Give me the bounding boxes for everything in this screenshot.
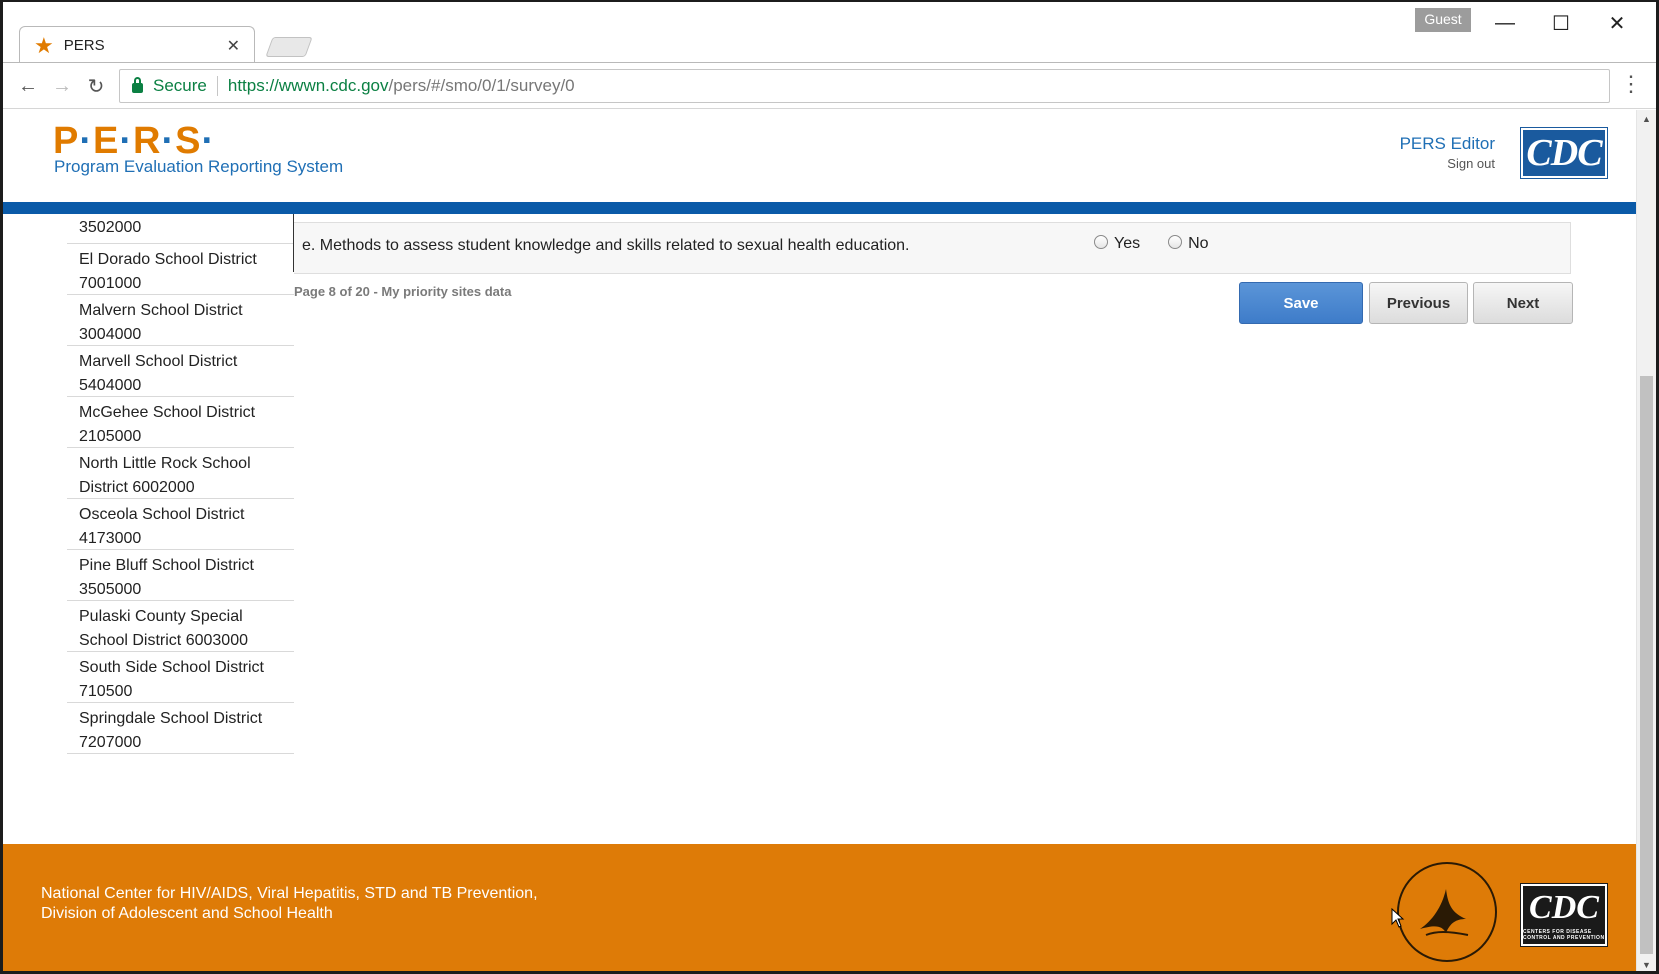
site-list-item[interactable]: Osceola School District 4173000 — [67, 499, 294, 550]
mouse-cursor-icon — [1391, 908, 1405, 928]
scroll-thumb[interactable] — [1640, 376, 1653, 954]
browser-tab[interactable]: ★ PERS ✕ — [19, 26, 255, 64]
site-list-item[interactable]: Pulaski County Special School District 6… — [67, 601, 294, 652]
sign-out-link[interactable]: Sign out — [1447, 156, 1495, 171]
site-list-item[interactable]: North Little Rock School District 600200… — [67, 448, 294, 499]
address-separator — [216, 76, 218, 96]
browser-menu-icon[interactable]: ⋮ — [1620, 73, 1642, 95]
page-indicator: Page 8 of 20 - My priority sites data — [294, 284, 512, 299]
previous-button[interactable]: Previous — [1369, 282, 1468, 324]
site-list-item[interactable]: El Dorado School District 7001000 — [67, 244, 294, 295]
reload-icon[interactable]: ↻ — [81, 71, 111, 101]
site-list-item[interactable]: 3502000 — [67, 214, 294, 244]
browser-toolbar: ← → ↻ Secure https://wwwn.cdc.gov /pers/… — [3, 63, 1656, 109]
no-label: No — [1188, 235, 1209, 252]
answer-yes-option[interactable]: Yes — [1094, 235, 1140, 253]
address-bar[interactable]: Secure https://wwwn.cdc.gov /pers/#/smo/… — [119, 69, 1610, 103]
profile-badge[interactable]: Guest — [1415, 8, 1471, 32]
browser-window: ★ PERS ✕ Guest — ☐ ✕ ← → ↻ Secure https:… — [0, 0, 1659, 974]
cdc-logo[interactable]: CDC — [1520, 127, 1608, 179]
survey-question-row: e. Methods to assess student knowledge a… — [294, 222, 1571, 274]
maximize-icon[interactable]: ☐ — [1533, 8, 1589, 38]
scroll-down-icon[interactable]: ▼ — [1637, 956, 1656, 971]
site-list-item[interactable]: Pine Bluff School District 3505000 — [67, 550, 294, 601]
secure-label: Secure — [153, 76, 207, 95]
site-list-item[interactable]: Malvern School District 3004000 — [67, 295, 294, 346]
page-scrollbar[interactable]: ▲ ▼ — [1636, 110, 1656, 971]
site-header: P·E·R·S· Program Evaluation Reporting Sy… — [3, 110, 1639, 202]
minimize-icon[interactable]: — — [1477, 8, 1533, 38]
user-name: PERS Editor — [1399, 134, 1495, 153]
question-text: e. Methods to assess student knowledge a… — [302, 237, 910, 254]
new-tab-button[interactable] — [265, 37, 313, 57]
close-tab-icon[interactable]: ✕ — [227, 36, 240, 56]
header-blue-bar — [3, 202, 1639, 214]
tab-title: PERS — [63, 37, 105, 54]
no-radio-button[interactable] — [1168, 235, 1183, 249]
page-viewport: P·E·R·S· Program Evaluation Reporting Sy… — [3, 110, 1639, 971]
scroll-up-icon[interactable]: ▲ — [1637, 110, 1656, 128]
forward-arrow-icon[interactable]: → — [47, 71, 77, 101]
title-bar: ★ PERS ✕ Guest — ☐ ✕ — [3, 2, 1656, 64]
next-button[interactable]: Next — [1473, 282, 1573, 324]
site-list-item[interactable]: South Side School District 710500 — [67, 652, 294, 703]
url-path: /pers/#/smo/0/1/survey/0 — [388, 76, 575, 95]
site-list-sidebar: 3502000 El Dorado School District 700100… — [67, 214, 294, 754]
site-list-item[interactable]: Marvell School District 5404000 — [67, 346, 294, 397]
answer-no-option[interactable]: No — [1168, 235, 1209, 253]
site-list-item[interactable]: McGehee School District 2105000 — [67, 397, 294, 448]
back-arrow-icon[interactable]: ← — [13, 71, 43, 101]
url-host: https://wwwn.cdc.gov — [227, 76, 389, 95]
yes-label: Yes — [1114, 235, 1141, 252]
save-button[interactable]: Save — [1239, 282, 1363, 324]
footer-text: National Center for HIV/AIDS, Viral Hepa… — [41, 885, 538, 922]
star-favicon-icon: ★ — [34, 32, 54, 58]
site-list-item[interactable]: Springdale School District 7207000 — [67, 703, 294, 754]
lock-icon — [132, 77, 143, 93]
yes-radio-button[interactable] — [1094, 235, 1108, 249]
hhs-seal-icon[interactable] — [1397, 862, 1497, 962]
close-window-icon[interactable]: ✕ — [1589, 8, 1645, 38]
site-subtitle: Program Evaluation Reporting System — [54, 157, 344, 176]
cdc-footer-logo[interactable]: CDC CENTERS FOR DISEASE CONTROL AND PREV… — [1520, 883, 1608, 947]
answer-radio-group: Yes No — [1094, 235, 1209, 253]
